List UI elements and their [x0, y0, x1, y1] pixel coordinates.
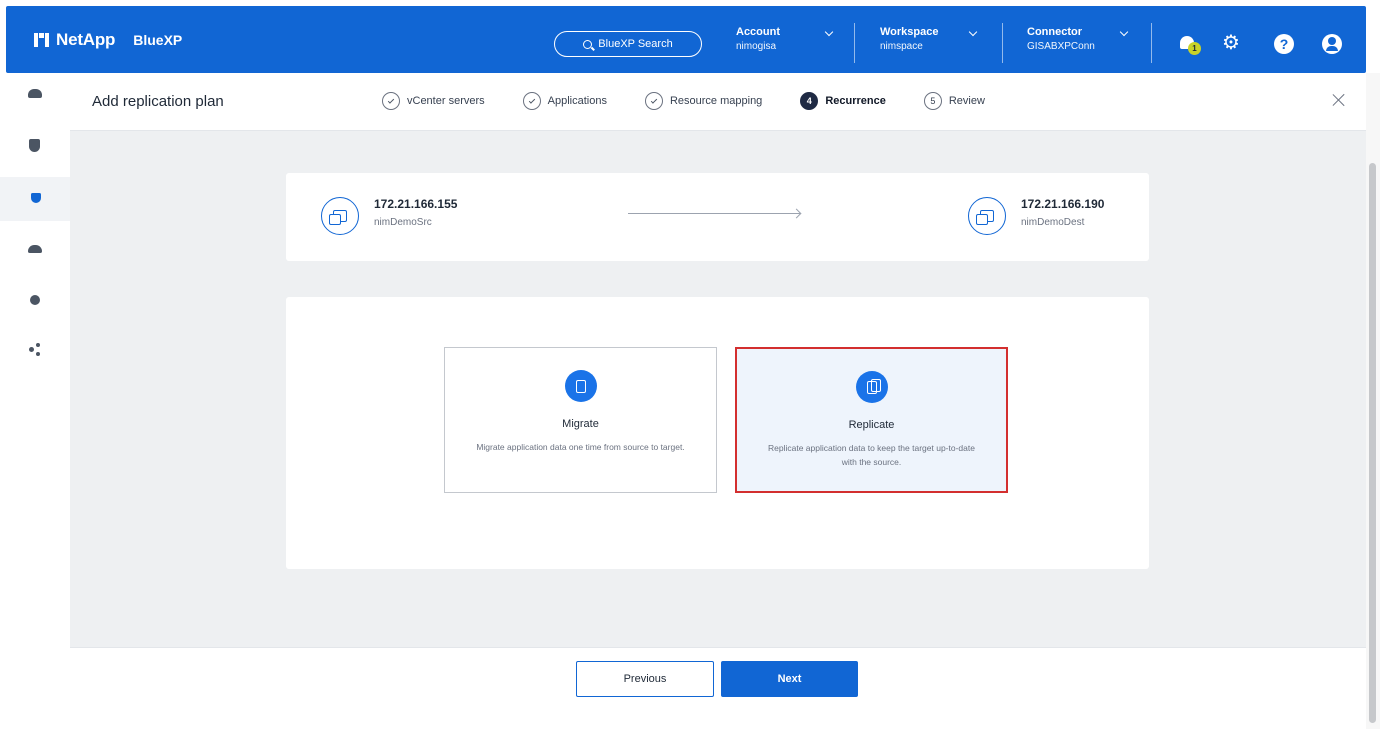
- share-icon: [29, 347, 34, 352]
- workspace-selector[interactable]: Workspace nimspace: [880, 26, 990, 62]
- database-icon: [564, 370, 597, 402]
- account-value: nimogisa: [736, 41, 777, 52]
- search-button[interactable]: BlueXP Search: [554, 31, 702, 57]
- scroll-thumb[interactable]: [1369, 163, 1376, 723]
- user-icon: [1328, 37, 1336, 45]
- connector-value: GISABXPConn: [1027, 41, 1095, 52]
- brand-name: NetApp: [56, 30, 116, 49]
- connector-selector[interactable]: Connector GISABXPConn: [1027, 26, 1137, 62]
- step-number: 5: [923, 92, 942, 110]
- source-ip: 172.21.166.155: [374, 197, 458, 211]
- step-resource-mapping[interactable]: Resource mapping: [644, 92, 763, 110]
- divider: [1002, 23, 1003, 63]
- page-title: Add replication plan: [92, 93, 224, 110]
- rail-protection[interactable]: [0, 177, 70, 221]
- option-migrate[interactable]: Migrate Migrate application data one tim…: [444, 347, 717, 493]
- rail-mobility[interactable]: [28, 243, 42, 257]
- help-button[interactable]: ?: [1274, 34, 1294, 54]
- option-title: Replicate: [848, 419, 895, 431]
- step-recurrence[interactable]: 4 Recurrence: [800, 92, 886, 110]
- step-label: vCenter servers: [407, 95, 485, 107]
- workspace-value: nimspace: [880, 41, 923, 52]
- gear-icon: ⚙: [1222, 32, 1240, 54]
- main-content: Add replication plan vCenter servers App…: [70, 73, 1366, 729]
- replication-pair-card: 172.21.166.155 nimDemoSrc 172.21.166.190…: [286, 173, 1149, 261]
- close-button[interactable]: [1332, 93, 1346, 107]
- settings-button[interactable]: ⚙: [1222, 33, 1242, 53]
- previous-button[interactable]: Previous: [576, 661, 714, 697]
- wizard-header: Add replication plan vCenter servers App…: [70, 73, 1366, 131]
- destination-name: nimDemoDest: [1021, 217, 1085, 228]
- source-name: nimDemoSrc: [374, 217, 432, 228]
- wizard-steps: vCenter servers Applications Resource ma…: [382, 92, 1023, 110]
- health-icon: [30, 295, 40, 305]
- user-menu-button[interactable]: [1322, 34, 1342, 54]
- step-label: Recurrence: [825, 95, 886, 107]
- step-label: Resource mapping: [669, 95, 763, 107]
- vcenter-icon: [968, 197, 1006, 235]
- next-button[interactable]: Next: [721, 661, 858, 697]
- arrow-right-icon: [628, 213, 800, 214]
- rail-analysis[interactable]: [28, 343, 42, 357]
- check-circle-icon: [644, 92, 663, 110]
- notifications-button[interactable]: 1: [1178, 34, 1201, 55]
- replication-type-card: Migrate Migrate application data one tim…: [286, 297, 1149, 569]
- account-label: Account: [736, 26, 780, 38]
- step-vcenter-servers[interactable]: vCenter servers: [382, 92, 485, 110]
- divider: [1151, 23, 1152, 63]
- step-review[interactable]: 5 Review: [923, 92, 985, 110]
- option-description: Migrate application data one time from s…: [476, 442, 685, 452]
- copy-icon: [855, 371, 888, 403]
- option-description: Replicate application data to keep the t…: [768, 443, 975, 467]
- shield-icon: [29, 139, 40, 152]
- scrollbar[interactable]: [1366, 73, 1380, 729]
- rail-storage[interactable]: [28, 87, 42, 101]
- protection-icon: [31, 193, 41, 203]
- help-icon: ?: [1279, 36, 1289, 52]
- netapp-logo-icon: [34, 33, 50, 47]
- step-applications[interactable]: Applications: [522, 92, 607, 110]
- option-title: Migrate: [562, 418, 599, 430]
- wizard-footer: Previous Next: [70, 647, 1366, 729]
- destination-ip: 172.21.166.190: [1021, 197, 1105, 211]
- cloud-sync-icon: [28, 245, 42, 253]
- option-replicate[interactable]: Replicate Replicate application data to …: [735, 347, 1008, 493]
- step-label: Applications: [547, 95, 607, 107]
- brand[interactable]: NetApp BlueXP: [34, 30, 182, 50]
- check-circle-icon: [522, 92, 541, 110]
- rail-governance[interactable]: [28, 139, 42, 153]
- left-rail: [0, 73, 70, 729]
- check-circle-icon: [382, 92, 400, 110]
- step-number: 4: [800, 92, 819, 110]
- vcenter-icon: [321, 197, 359, 235]
- rail-health[interactable]: [28, 293, 42, 307]
- storage-icon: [28, 89, 42, 98]
- divider: [854, 23, 855, 63]
- top-bar: NetApp BlueXP BlueXP Search Account nimo…: [6, 6, 1366, 73]
- search-label: BlueXP Search: [598, 38, 673, 50]
- search-icon: [583, 39, 593, 49]
- step-label: Review: [948, 95, 985, 107]
- account-selector[interactable]: Account nimogisa: [736, 26, 836, 62]
- notification-badge: 1: [1188, 42, 1201, 55]
- product-name: BlueXP: [133, 32, 183, 48]
